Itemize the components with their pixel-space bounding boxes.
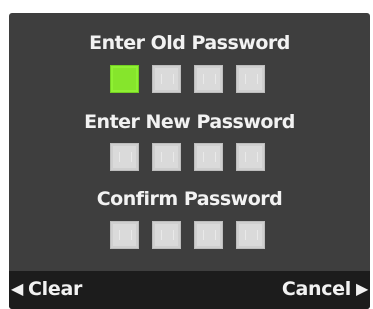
clear-softkey[interactable]: ◀ Clear (11, 278, 82, 300)
triangle-left-icon: ◀ (11, 279, 24, 298)
old-password-digit-3[interactable] (194, 65, 223, 93)
new-password-digit-2[interactable] (152, 143, 181, 171)
old-password-digit-2[interactable] (152, 65, 181, 93)
confirm-password-digit-2[interactable] (152, 221, 181, 249)
cancel-softkey[interactable]: Cancel ▶ (282, 278, 368, 300)
confirm-password-title: Confirm Password (96, 188, 283, 210)
password-screen: Enter Old Password Enter New Password Co… (9, 13, 370, 309)
confirm-password-digit-1[interactable] (110, 221, 139, 249)
old-password-digit-1[interactable] (110, 65, 139, 93)
old-password-title: Enter Old Password (89, 32, 290, 54)
new-password-digit-4[interactable] (236, 143, 265, 171)
clear-label: Clear (28, 278, 83, 300)
triangle-right-icon: ▶ (355, 279, 368, 298)
old-password-digit-4[interactable] (236, 65, 265, 93)
confirm-password-digit-4[interactable] (236, 221, 265, 249)
confirm-password-row (110, 221, 265, 249)
softkey-bar: ◀ Clear Cancel ▶ (9, 271, 370, 309)
old-password-row (110, 65, 265, 93)
cancel-label: Cancel (281, 278, 351, 300)
new-password-title: Enter New Password (84, 111, 295, 133)
device-frame: Enter Old Password Enter New Password Co… (0, 0, 373, 309)
new-password-digit-1[interactable] (110, 143, 139, 171)
new-password-row (110, 143, 265, 171)
confirm-password-digit-3[interactable] (194, 221, 223, 249)
new-password-digit-3[interactable] (194, 143, 223, 171)
